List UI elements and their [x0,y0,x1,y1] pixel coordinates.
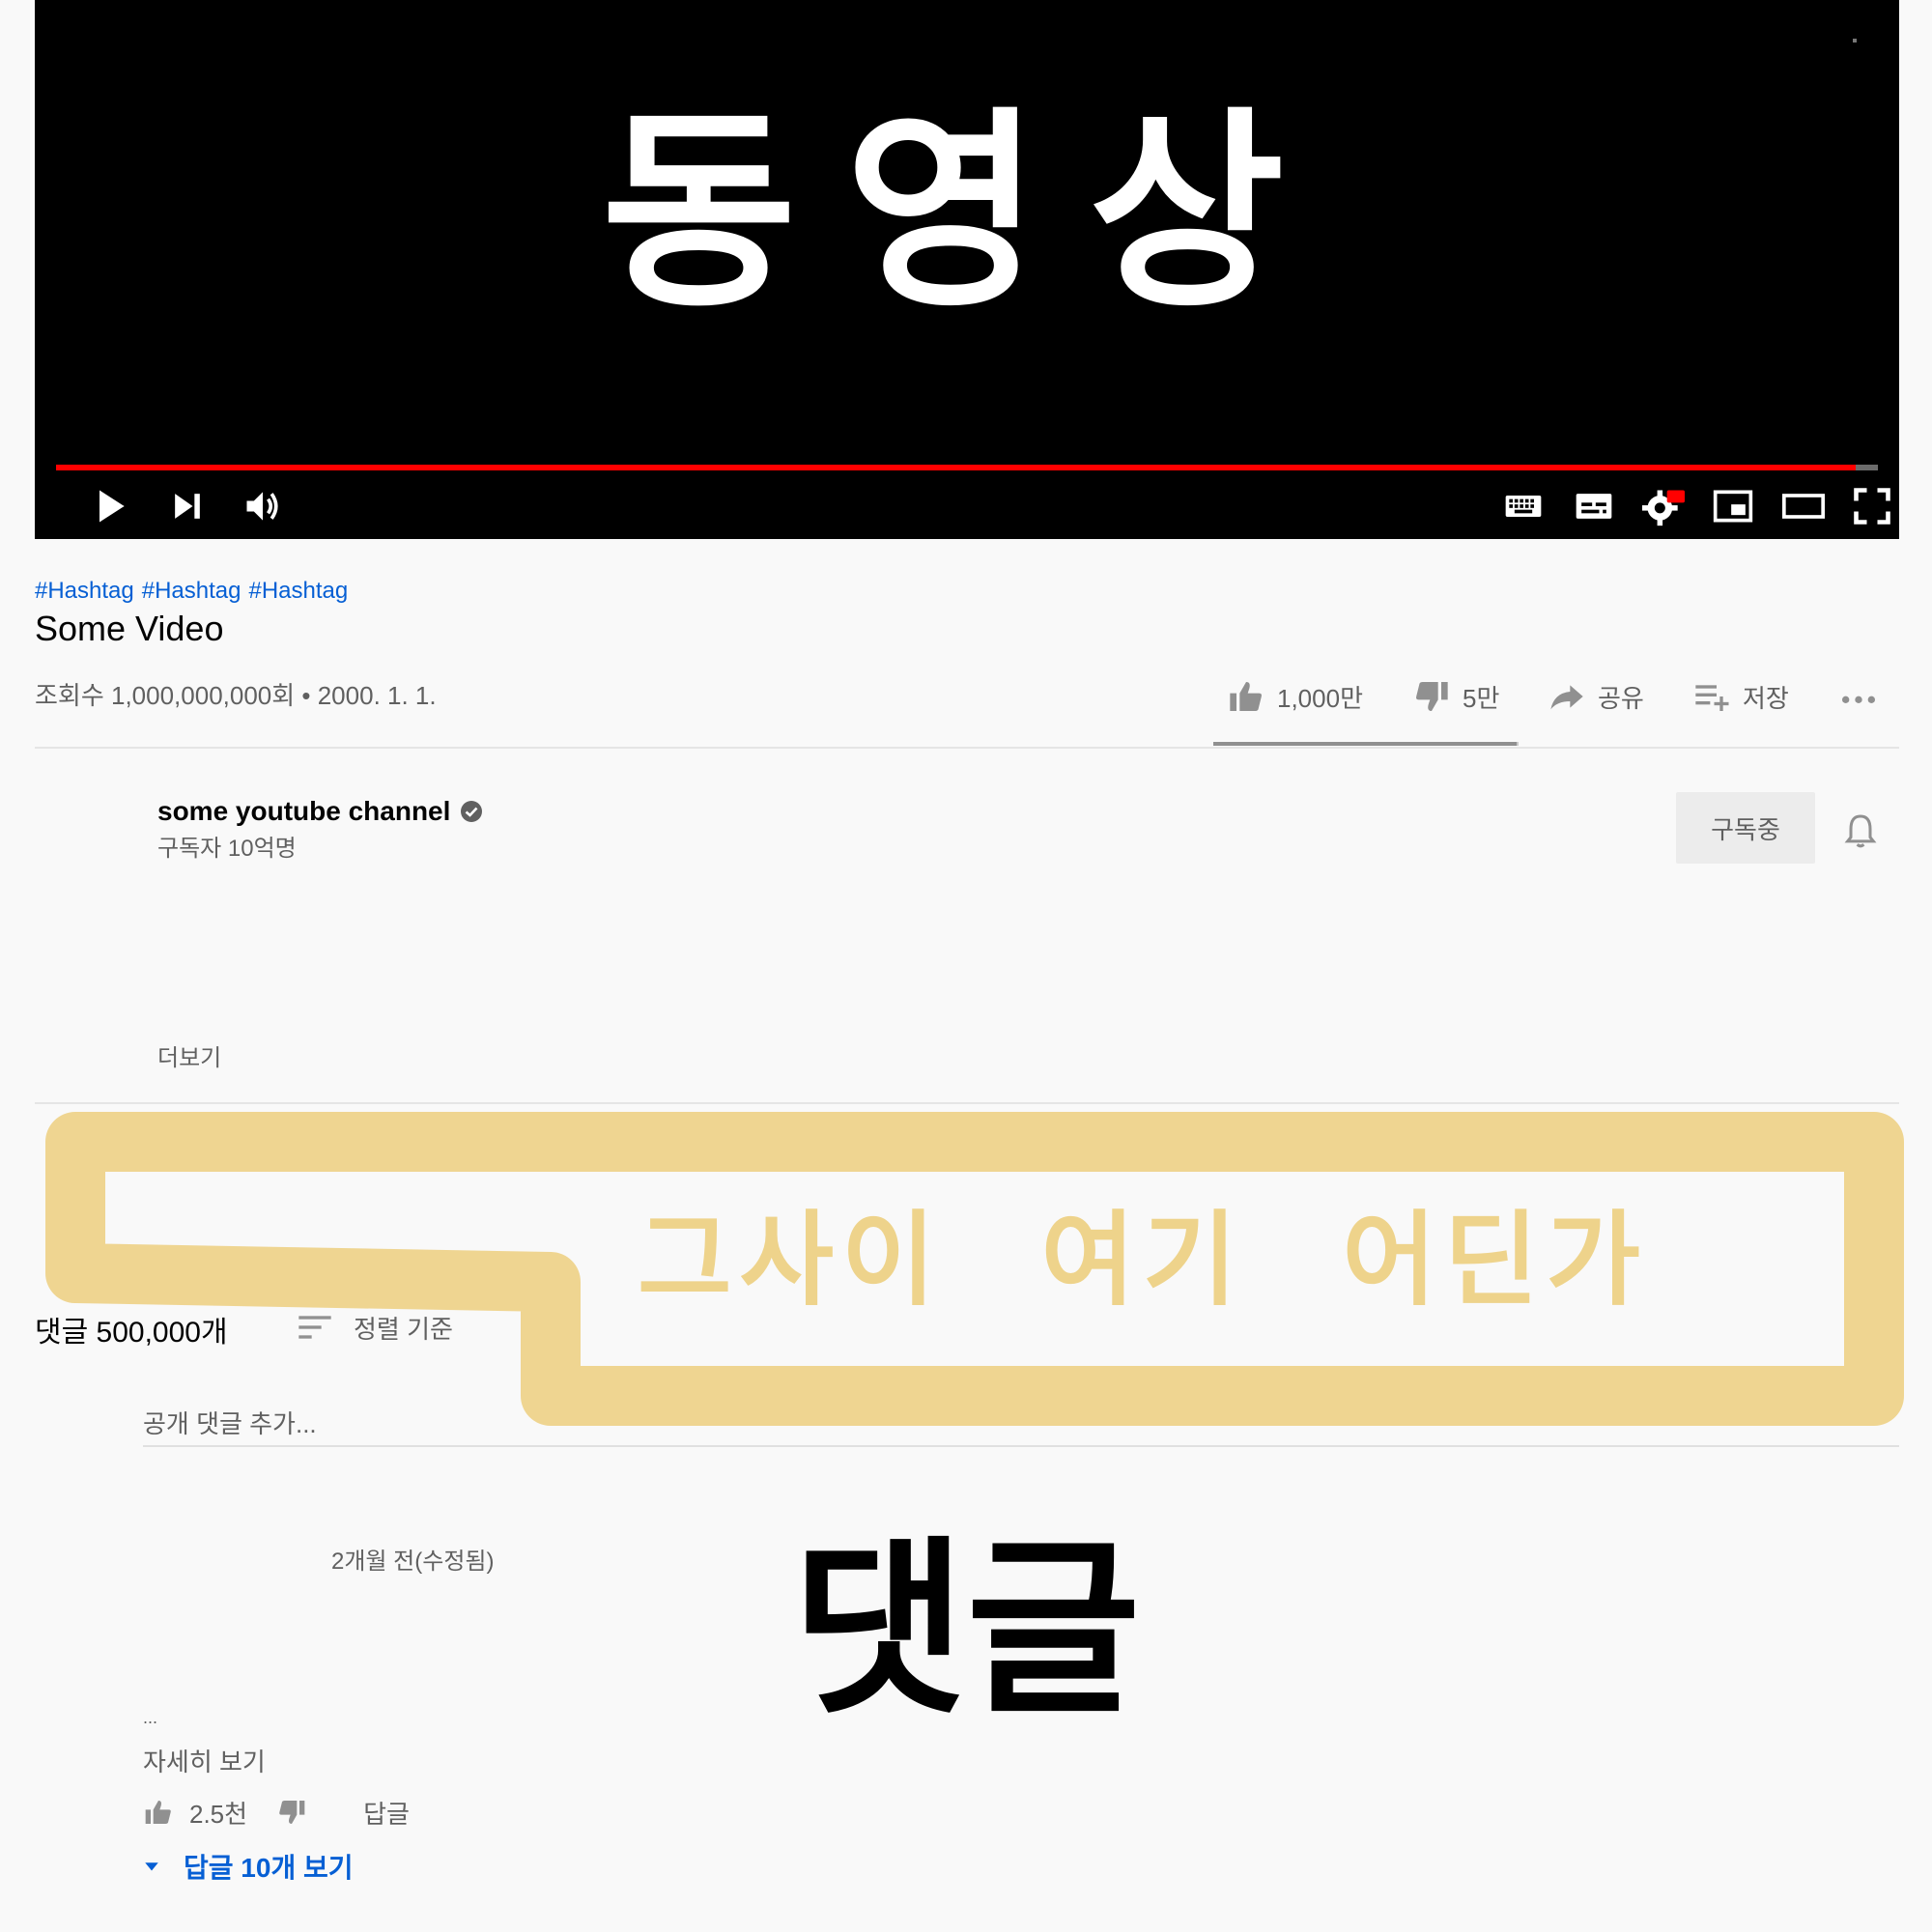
show-more-link[interactable]: 더보기 [157,1038,221,1072]
video-player[interactable]: 동영상 [35,0,1899,539]
like-count: 1,000만 [1277,683,1363,713]
dislike-button[interactable]: 5만 [1412,676,1499,717]
read-more-link[interactable]: 자세히 보기 [143,1743,266,1778]
comment-input-underline [143,1445,1899,1447]
more-horizontal-icon [1842,696,1875,703]
view-replies-label: 답글 10개 보기 [184,1853,354,1883]
progress-bar[interactable] [56,465,1878,470]
subscriber-count: 구독자 10억명 [157,836,297,862]
save-label: 저장 [1743,683,1789,713]
miniplayer-button[interactable] [1704,483,1762,529]
comment-dislike-button[interactable] [276,1797,307,1828]
progress-played [56,465,1857,470]
sentiment-bar [1213,742,1519,746]
comment-count: 댓글 500,000개 [35,1317,228,1349]
sentiment-fill [1213,742,1518,746]
fullscreen-button[interactable] [1843,483,1901,529]
video-title: Some Video [35,609,224,648]
corner-mark [1853,39,1857,43]
theater-mode-icon [1782,494,1825,519]
volume-button[interactable] [234,483,292,529]
comment-text: 댓글 [792,1520,1141,1741]
next-button[interactable] [158,483,216,529]
hashtag-link[interactable]: #Hashtag [35,578,134,604]
dislike-count: 5만 [1463,683,1500,713]
save-button[interactable]: 저장 [1692,676,1789,717]
thumbs-up-icon [1230,682,1262,711]
comment-action-bar: 2.5천 답글 [143,1795,410,1830]
hashtag-link[interactable]: #Hashtag [142,578,242,604]
subtitles-icon [1576,494,1612,519]
hashtag-list: #Hashtag #Hashtag #Hashtag [35,578,355,605]
comment-timestamp: 2개월 전(수정됨) [331,1548,495,1575]
verified-check-icon [461,801,483,822]
add-comment-input[interactable]: 공개 댓글 추가... [143,1405,317,1440]
divider [35,747,1899,749]
thumbs-down-icon [279,1801,305,1824]
sort-label: 정렬 기준 [354,1314,453,1344]
play-button[interactable] [81,483,139,529]
sort-icon [298,1316,331,1339]
divider [35,1102,1899,1104]
settings-icon [1642,490,1685,526]
channel-name[interactable]: some youtube channel [157,796,483,827]
comment-ellipsis: ... [143,1708,158,1727]
channel-name-text: some youtube channel [157,796,451,826]
share-label: 공유 [1598,683,1644,713]
video-overlay-text: 동영상 [601,89,1333,336]
notification-bell-button[interactable] [1833,804,1888,858]
view-count-date: 조회수 1,000,000,000회 • 2000. 1. 1. [35,681,437,710]
more-actions-button[interactable] [1839,676,1878,717]
settings-button[interactable] [1634,483,1692,529]
comment-like-count: 2.5천 [189,1799,248,1829]
bell-icon [1844,814,1877,848]
thumbs-up-icon [145,1801,171,1824]
subscribed-button[interactable]: 구독중 [1676,792,1815,864]
volume-icon [246,492,278,521]
sort-by-button[interactable]: 정렬 기준 [296,1308,453,1347]
subtitles-button[interactable] [1565,483,1623,529]
share-button[interactable]: 공유 [1548,676,1644,717]
annotation-text: 그사이 여기 어딘가 [638,1201,1648,1320]
like-button[interactable]: 1,000만 [1227,676,1363,717]
playlist-add-icon [1695,685,1729,711]
play-icon [99,490,125,523]
miniplayer-icon [1713,490,1753,523]
reply-button[interactable]: 답글 [363,1795,410,1831]
caret-down-icon [145,1862,158,1871]
view-replies-button[interactable]: 답글 10개 보기 [143,1847,354,1886]
comment-like-button[interactable] [143,1797,174,1828]
share-icon [1550,685,1583,710]
thumbs-down-icon [1416,682,1448,711]
next-icon [175,494,200,519]
fullscreen-icon [1854,488,1890,525]
theater-mode-button[interactable] [1775,483,1833,529]
keyboard-button[interactable] [1494,483,1552,529]
keyboard-icon [1505,496,1542,517]
hashtag-link[interactable]: #Hashtag [249,578,349,604]
